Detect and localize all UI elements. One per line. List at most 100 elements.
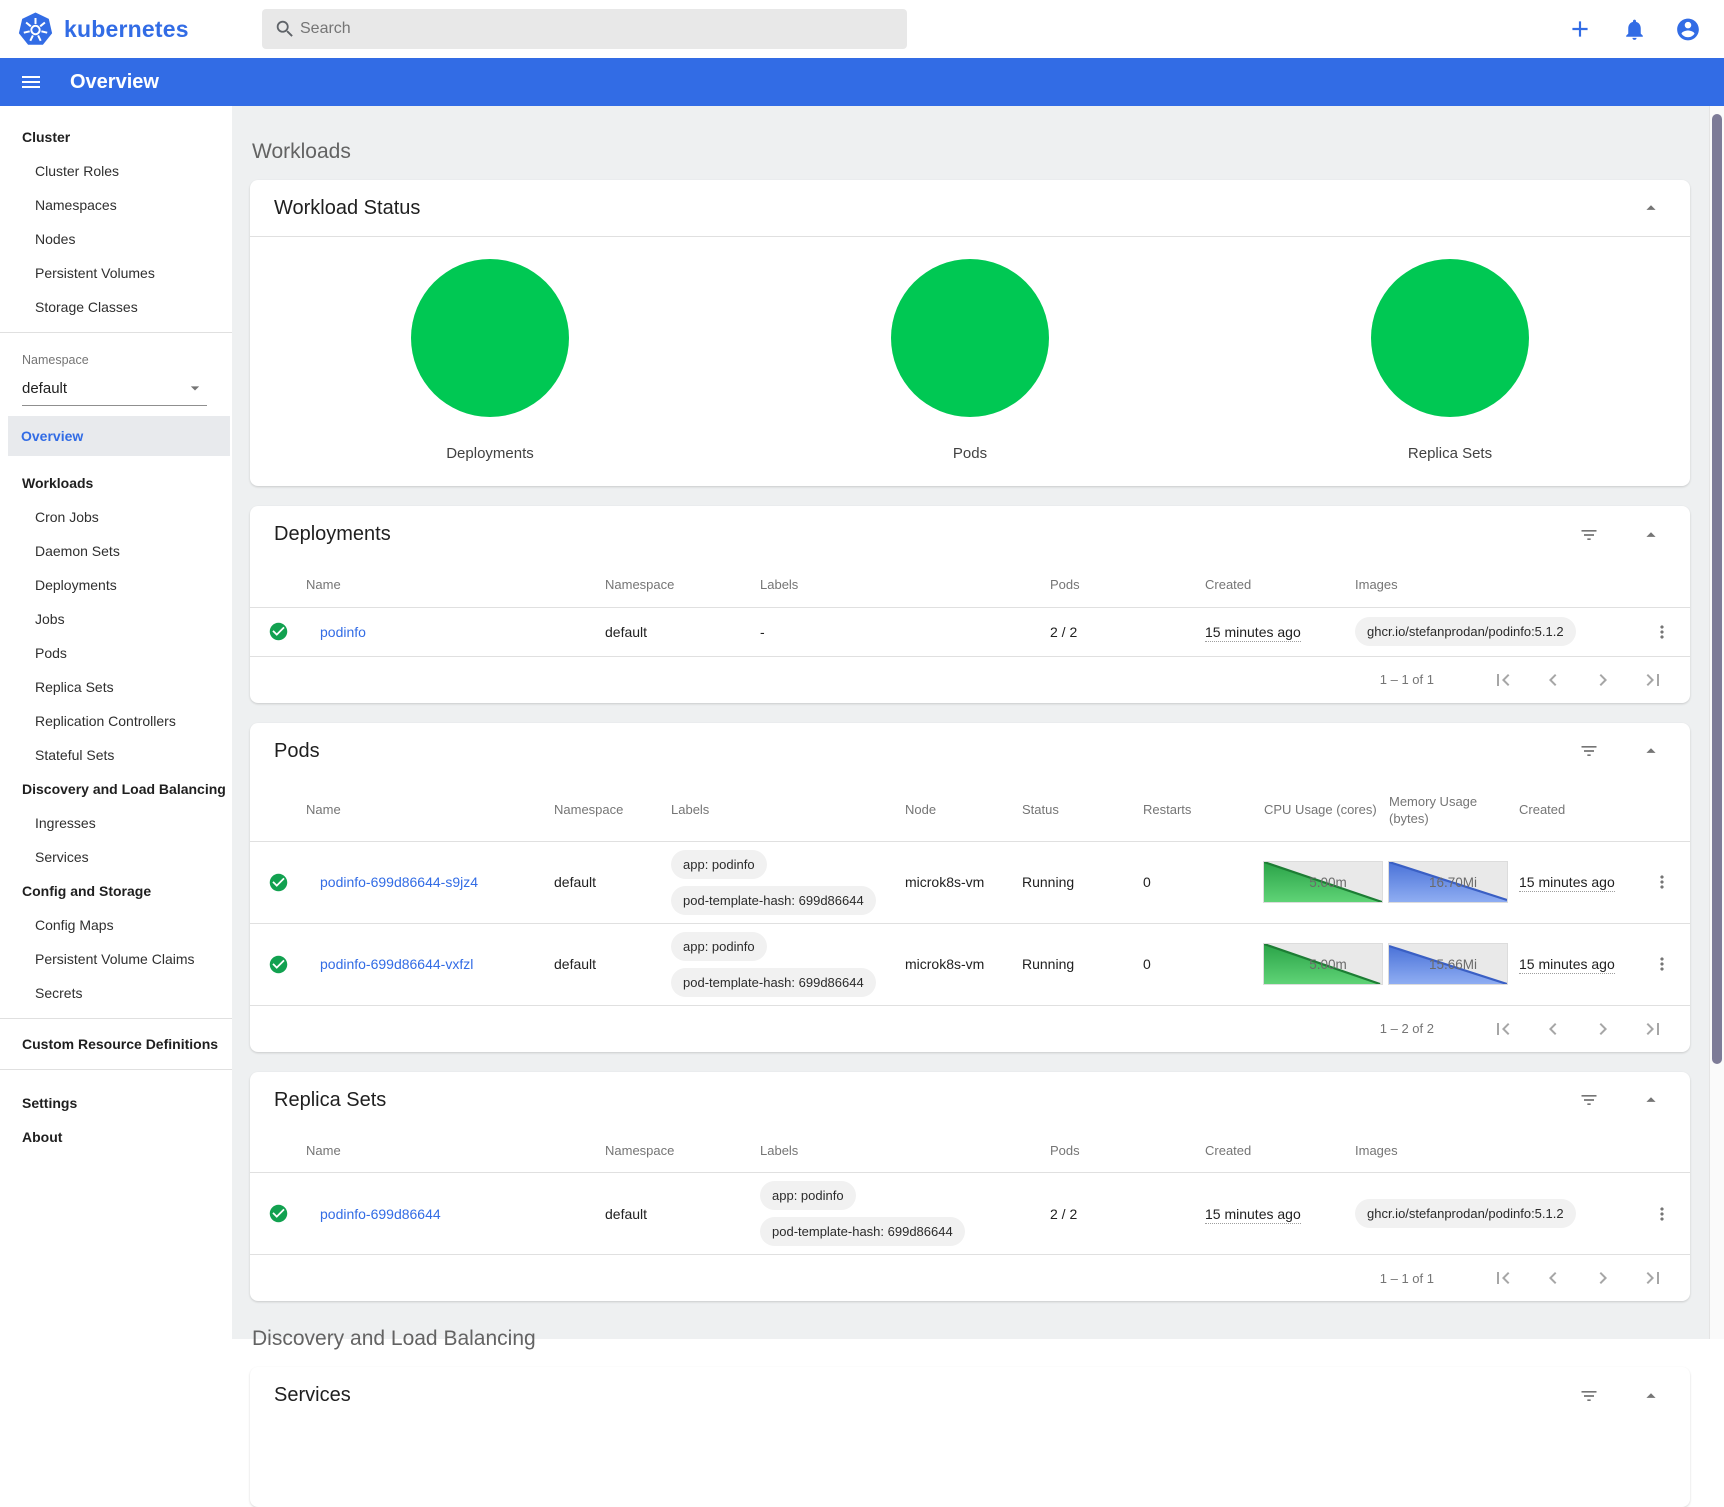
collapse-card-button[interactable]	[1638, 522, 1664, 548]
kebab-icon	[1652, 954, 1672, 974]
brand-name: kubernetes	[64, 16, 189, 43]
row-menu-button[interactable]	[1649, 1201, 1675, 1227]
hamburger-menu-button[interactable]	[18, 69, 44, 95]
sidebar-item-jobs[interactable]: Jobs	[0, 602, 232, 636]
sidebar-item-services[interactable]: Services	[0, 840, 232, 874]
filter-icon	[1579, 1090, 1599, 1110]
collapse-card-button[interactable]	[1638, 1383, 1664, 1409]
search-bar[interactable]	[262, 9, 907, 49]
sidebar-item-persistent-volumes[interactable]: Persistent Volumes	[0, 256, 232, 290]
sidebar-item-deployments[interactable]: Deployments	[0, 568, 232, 602]
prev-page-button[interactable]	[1540, 1265, 1566, 1291]
page-title: Overview	[70, 71, 159, 94]
cell-status: Running	[1022, 874, 1143, 890]
cell-status: Running	[1022, 956, 1143, 972]
section-title-workloads: Workloads	[252, 140, 1690, 164]
prev-page-button[interactable]	[1540, 1016, 1566, 1042]
column-header-name: Name	[306, 563, 605, 607]
notifications-button[interactable]	[1621, 16, 1647, 42]
column-header-pods: Pods	[1050, 563, 1205, 607]
sidebar-item-discovery[interactable]: Discovery and Load Balancing	[0, 772, 232, 806]
sidebar-item-config-storage[interactable]: Config and Storage	[0, 874, 232, 908]
first-page-icon	[1491, 1017, 1515, 1041]
chevron-left-icon	[1541, 1017, 1565, 1041]
next-page-button[interactable]	[1590, 667, 1616, 693]
pods-card: Pods Name Namespace Labels Node Status R…	[250, 723, 1690, 1052]
first-page-icon	[1491, 668, 1515, 692]
sidebar-item-config-maps[interactable]: Config Maps	[0, 908, 232, 942]
workload-status-card: Workload Status Deployments Pods	[250, 180, 1690, 486]
label-chip: app: podinfo	[671, 850, 767, 879]
collapse-card-button[interactable]	[1638, 195, 1664, 221]
search-icon	[274, 18, 296, 40]
cell-namespace: default	[554, 956, 671, 972]
deployment-name-link[interactable]: podinfo	[320, 624, 366, 640]
sidebar-item-replica-sets[interactable]: Replica Sets	[0, 670, 232, 704]
sidebar-divider	[0, 1069, 232, 1070]
filter-button[interactable]	[1576, 1087, 1602, 1113]
sidebar-item-cron-jobs[interactable]: Cron Jobs	[0, 500, 232, 534]
column-header-memory-usage: Memory Usage (bytes)	[1389, 780, 1519, 841]
app-bar: Overview	[0, 58, 1724, 106]
scrollbar-thumb[interactable]	[1712, 114, 1722, 1064]
user-menu-button[interactable]	[1675, 16, 1701, 42]
sidebar-item-ingresses[interactable]: Ingresses	[0, 806, 232, 840]
sidebar-item-about[interactable]: About	[0, 1120, 232, 1154]
column-header-restarts: Restarts	[1143, 788, 1264, 832]
card-title-services: Services	[274, 1384, 1576, 1407]
pod-name-link[interactable]: podinfo-699d86644-vxfzl	[320, 956, 473, 972]
sidebar-item-namespaces[interactable]: Namespaces	[0, 188, 232, 222]
collapse-card-button[interactable]	[1638, 738, 1664, 764]
sidebar-item-overview[interactable]: Overview	[8, 416, 230, 456]
next-page-button[interactable]	[1590, 1016, 1616, 1042]
sidebar-item-replication-controllers[interactable]: Replication Controllers	[0, 704, 232, 738]
sidebar-item-cluster[interactable]: Cluster	[0, 120, 232, 154]
check-circle-icon	[268, 954, 289, 975]
sidebar-item-persistent-volume-claims[interactable]: Persistent Volume Claims	[0, 942, 232, 976]
sidebar-item-nodes[interactable]: Nodes	[0, 222, 232, 256]
check-circle-icon	[268, 1203, 289, 1224]
memory-usage-value: 16.70Mi	[1389, 862, 1507, 902]
first-page-button[interactable]	[1490, 1016, 1516, 1042]
cell-labels: -	[760, 624, 1050, 640]
kubernetes-logo[interactable]: kubernetes	[0, 11, 262, 47]
memory-usage-value: 15.66Mi	[1389, 944, 1507, 984]
row-menu-button[interactable]	[1649, 869, 1675, 895]
sidebar-item-settings[interactable]: Settings	[0, 1086, 232, 1120]
namespace-select[interactable]: default	[22, 375, 207, 406]
row-menu-button[interactable]	[1649, 619, 1675, 645]
last-page-button[interactable]	[1640, 1265, 1666, 1291]
scrollbar-track[interactable]	[1709, 106, 1724, 1339]
replica-set-name-link[interactable]: podinfo-699d86644	[320, 1206, 441, 1222]
last-page-button[interactable]	[1640, 1016, 1666, 1042]
chart-label-replica-sets: Replica Sets	[1408, 445, 1492, 462]
sidebar-item-pods[interactable]: Pods	[0, 636, 232, 670]
last-page-button[interactable]	[1640, 667, 1666, 693]
pod-name-link[interactable]: podinfo-699d86644-s9jz4	[320, 874, 478, 890]
replica-sets-status-chart: Replica Sets	[1210, 259, 1690, 462]
cpu-usage-sparkline: 5.00m	[1264, 944, 1382, 984]
chevron-down-icon	[185, 378, 205, 398]
sidebar-item-workloads[interactable]: Workloads	[0, 466, 232, 500]
collapse-card-button[interactable]	[1638, 1087, 1664, 1113]
sidebar-item-storage-classes[interactable]: Storage Classes	[0, 290, 232, 324]
first-page-button[interactable]	[1490, 667, 1516, 693]
prev-page-button[interactable]	[1540, 667, 1566, 693]
sidebar-item-daemon-sets[interactable]: Daemon Sets	[0, 534, 232, 568]
filter-button[interactable]	[1576, 738, 1602, 764]
first-page-button[interactable]	[1490, 1265, 1516, 1291]
sidebar-item-stateful-sets[interactable]: Stateful Sets	[0, 738, 232, 772]
filter-button[interactable]	[1576, 1383, 1602, 1409]
filter-button[interactable]	[1576, 522, 1602, 548]
column-header-created: Created	[1519, 788, 1634, 832]
sidebar-item-cluster-roles[interactable]: Cluster Roles	[0, 154, 232, 188]
cell-created: 15 minutes ago	[1519, 874, 1615, 892]
deployments-status-chart: Deployments	[250, 259, 730, 462]
search-input[interactable]	[300, 20, 895, 38]
sidebar-item-secrets[interactable]: Secrets	[0, 976, 232, 1010]
sidebar-item-custom-resource-definitions[interactable]: Custom Resource Definitions	[0, 1027, 232, 1061]
row-menu-button[interactable]	[1649, 951, 1675, 977]
next-page-button[interactable]	[1590, 1265, 1616, 1291]
pagination-bar: 1 – 1 of 1	[250, 1255, 1690, 1301]
create-resource-button[interactable]	[1567, 16, 1593, 42]
